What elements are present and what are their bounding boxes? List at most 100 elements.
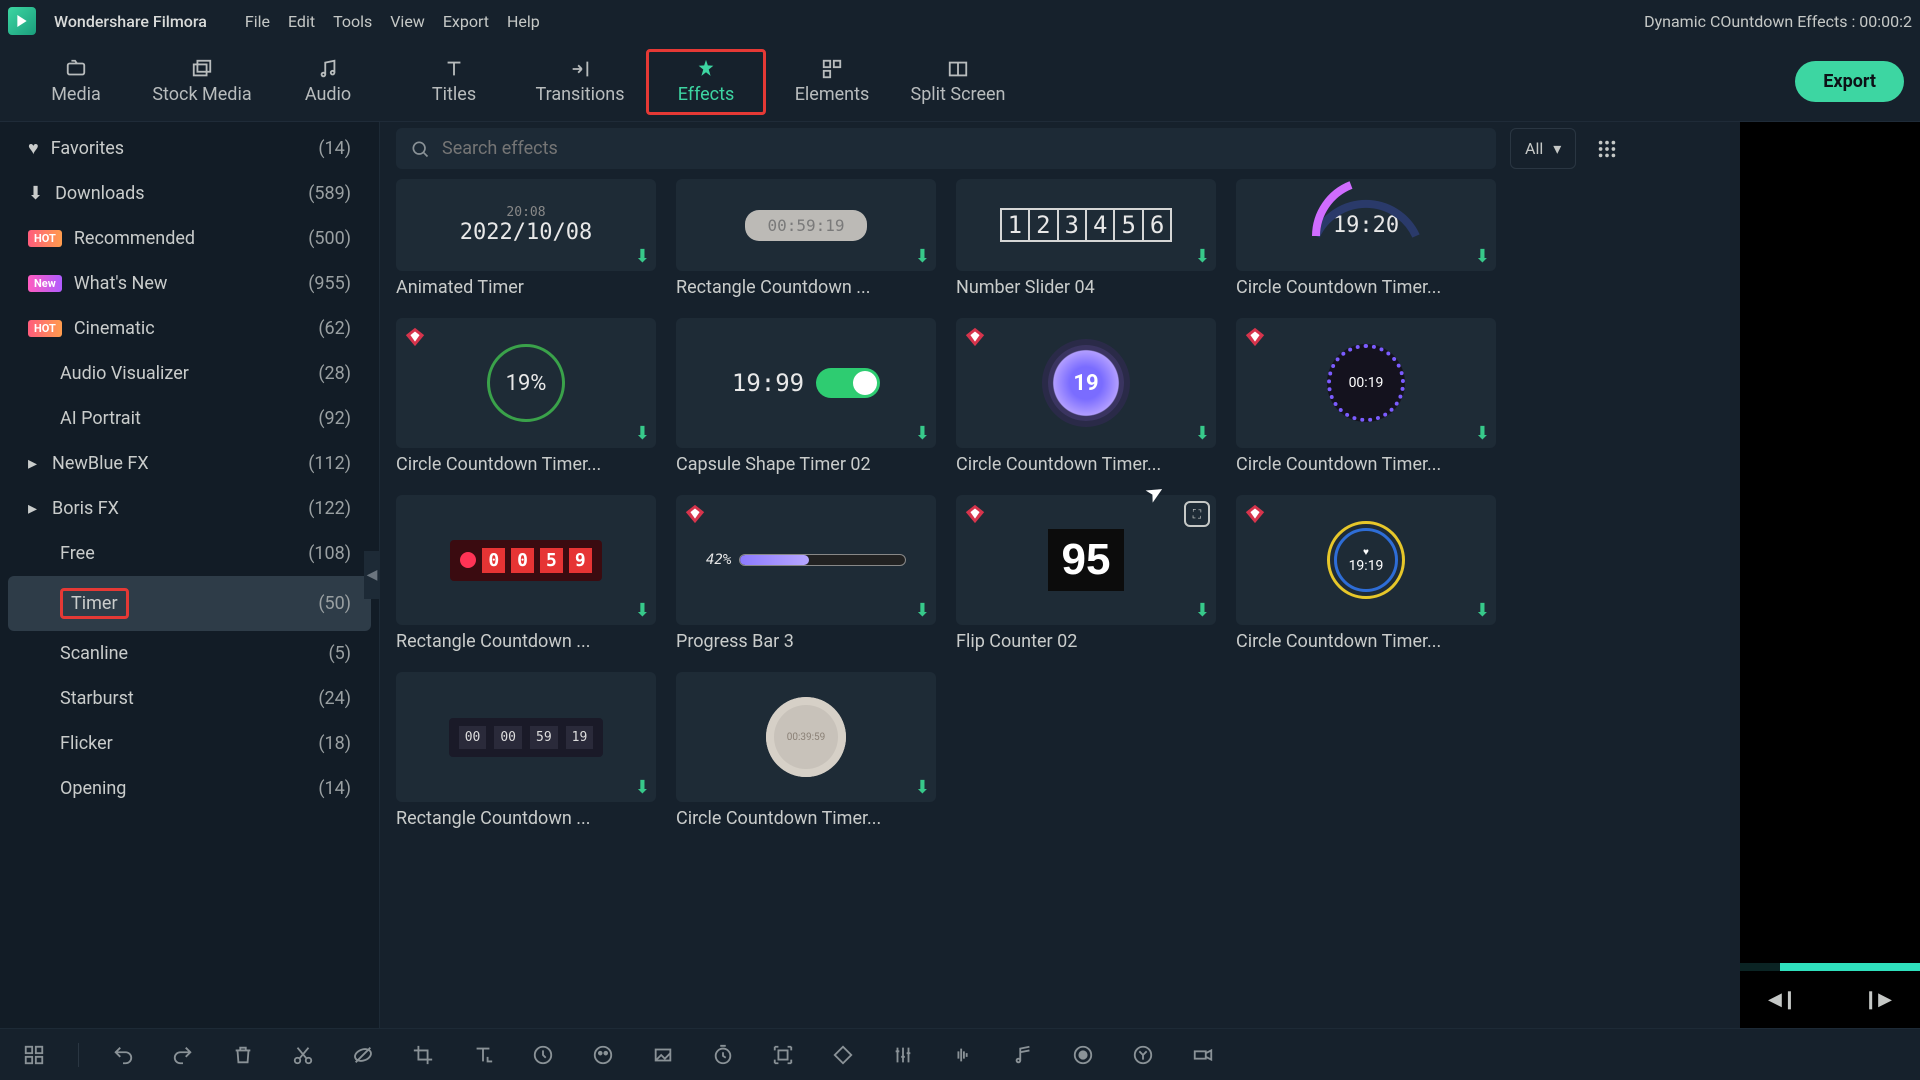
sidebar-item-audio-visualizer[interactable]: Audio Visualizer(28) (8, 351, 371, 396)
export-button[interactable]: Export (1795, 61, 1904, 102)
cut-icon[interactable] (287, 1039, 319, 1071)
crop-icon[interactable] (407, 1039, 439, 1071)
effect-card[interactable]: 95⛶➤⬇Flip Counter 02 (956, 495, 1216, 652)
sidebar-item-timer[interactable]: Timer(50) (8, 576, 371, 631)
effect-thumbnail[interactable]: 00005919⬇ (396, 672, 656, 802)
effect-card[interactable]: 42%⬇Progress Bar 3 (676, 495, 936, 652)
duration-icon[interactable] (707, 1039, 739, 1071)
tab-transitions[interactable]: Transitions (520, 49, 640, 115)
layout-icon[interactable] (18, 1039, 50, 1071)
download-icon[interactable]: ⬇ (915, 600, 930, 621)
search-input[interactable] (442, 138, 1482, 159)
download-icon[interactable]: ⬇ (1475, 600, 1490, 621)
sidebar-item-recommended[interactable]: HOTRecommended(500) (8, 216, 371, 261)
menu-file[interactable]: File (245, 12, 270, 31)
sidebar-item-newblue-fx[interactable]: ▸NewBlue FX(112) (8, 441, 371, 486)
sidebar-item-boris-fx[interactable]: ▸Boris FX(122) (8, 486, 371, 531)
download-icon[interactable]: ⬇ (915, 246, 930, 267)
sidebar-collapse-handle[interactable]: ◀ (364, 551, 380, 599)
grid-view-toggle[interactable] (1590, 132, 1624, 166)
marker-icon[interactable] (347, 1039, 379, 1071)
download-icon[interactable]: ⬇ (915, 423, 930, 444)
text-icon[interactable] (467, 1039, 499, 1071)
effect-thumbnail[interactable]: 19:20⬇ (1236, 179, 1496, 271)
adjust-icon[interactable] (887, 1039, 919, 1071)
download-icon[interactable]: ⬇ (635, 600, 650, 621)
menu-help[interactable]: Help (507, 12, 540, 31)
snap-icon[interactable] (1187, 1039, 1219, 1071)
next-frame-button[interactable]: ❙▶ (1863, 989, 1892, 1010)
download-icon[interactable]: ⬇ (635, 777, 650, 798)
tab-media[interactable]: Media (16, 49, 136, 115)
effect-thumbnail[interactable]: 19⬇ (956, 318, 1216, 448)
effect-card[interactable]: 123456⬇Number Slider 04 (956, 179, 1216, 298)
effect-card[interactable]: 00005919⬇Rectangle Countdown ... (396, 672, 656, 829)
menu-export[interactable]: Export (443, 12, 489, 31)
effect-card[interactable]: 19:99⬇Capsule Shape Timer 02 (676, 318, 936, 475)
render-icon[interactable] (1127, 1039, 1159, 1071)
effect-card[interactable]: 00:59:19⬇Rectangle Countdown ... (676, 179, 936, 298)
download-icon[interactable]: ⬇ (1195, 246, 1210, 267)
download-icon[interactable]: ⬇ (1195, 600, 1210, 621)
effect-thumbnail[interactable]: 19%⬇ (396, 318, 656, 448)
filter-dropdown[interactable]: All ▾ (1510, 128, 1576, 169)
sidebar-item-flicker[interactable]: Flicker(18) (8, 721, 371, 766)
tab-audio[interactable]: Audio (268, 49, 388, 115)
undo-icon[interactable] (107, 1039, 139, 1071)
prev-frame-button[interactable]: ◀❙ (1768, 989, 1797, 1010)
preview-progress[interactable] (1740, 963, 1920, 971)
redo-icon[interactable] (167, 1039, 199, 1071)
effect-thumbnail[interactable]: 0059⬇ (396, 495, 656, 625)
effect-card[interactable]: 19⬇Circle Countdown Timer... (956, 318, 1216, 475)
sidebar-item-free[interactable]: Free(108) (8, 531, 371, 576)
record-icon[interactable] (1067, 1039, 1099, 1071)
sidebar-item-favorites[interactable]: ♥Favorites(14) (8, 126, 371, 171)
effect-card[interactable]: 19:20⬇Circle Countdown Timer... (1236, 179, 1496, 298)
effect-card[interactable]: 00:19⬇Circle Countdown Timer... (1236, 318, 1496, 475)
effect-thumbnail[interactable]: 95⛶➤⬇ (956, 495, 1216, 625)
audio-detach-icon[interactable] (1007, 1039, 1039, 1071)
greenscreen-icon[interactable] (647, 1039, 679, 1071)
effect-thumbnail[interactable]: 42%⬇ (676, 495, 936, 625)
preview-icon[interactable]: ⛶ (1184, 501, 1210, 527)
sidebar-item-starburst[interactable]: Starburst(24) (8, 676, 371, 721)
effect-thumbnail[interactable]: 00:39:59⬇ (676, 672, 936, 802)
tab-stock-media[interactable]: Stock Media (142, 49, 262, 115)
download-icon[interactable]: ⬇ (635, 423, 650, 444)
download-icon[interactable]: ⬇ (1475, 423, 1490, 444)
menu-edit[interactable]: Edit (288, 12, 315, 31)
color-icon[interactable] (587, 1039, 619, 1071)
speed-icon[interactable] (527, 1039, 559, 1071)
effect-card[interactable]: 0059⬇Rectangle Countdown ... (396, 495, 656, 652)
delete-icon[interactable] (227, 1039, 259, 1071)
effect-card[interactable]: 19%⬇Circle Countdown Timer... (396, 318, 656, 475)
effect-thumbnail[interactable]: ♥19:19⬇ (1236, 495, 1496, 625)
download-icon[interactable]: ⬇ (635, 246, 650, 267)
effect-thumbnail[interactable]: 123456⬇ (956, 179, 1216, 271)
sidebar-item-cinematic[interactable]: HOTCinematic(62) (8, 306, 371, 351)
effect-thumbnail[interactable]: 00:59:19⬇ (676, 179, 936, 271)
audio-wave-icon[interactable] (947, 1039, 979, 1071)
keyframe-icon[interactable] (827, 1039, 859, 1071)
tab-split-screen[interactable]: Split Screen (898, 49, 1018, 115)
tab-effects[interactable]: Effects (646, 49, 766, 115)
menu-view[interactable]: View (390, 12, 425, 31)
sidebar-item-scanline[interactable]: Scanline(5) (8, 631, 371, 676)
sidebar-item-what-s-new[interactable]: NewWhat's New(955) (8, 261, 371, 306)
sidebar-item-ai-portrait[interactable]: AI Portrait(92) (8, 396, 371, 441)
effect-card[interactable]: 20:082022/10/08⬇Animated Timer (396, 179, 656, 298)
tracking-icon[interactable] (767, 1039, 799, 1071)
download-icon[interactable]: ⬇ (1475, 246, 1490, 267)
effect-thumbnail[interactable]: 20:082022/10/08⬇ (396, 179, 656, 271)
effect-thumbnail[interactable]: 19:99⬇ (676, 318, 936, 448)
effect-thumbnail[interactable]: 00:19⬇ (1236, 318, 1496, 448)
download-icon[interactable]: ⬇ (915, 777, 930, 798)
download-icon[interactable]: ⬇ (1195, 423, 1210, 444)
search-box[interactable] (396, 128, 1496, 169)
menu-tools[interactable]: Tools (333, 12, 372, 31)
effect-card[interactable]: ♥19:19⬇Circle Countdown Timer... (1236, 495, 1496, 652)
effect-card[interactable]: 00:39:59⬇Circle Countdown Timer... (676, 672, 936, 829)
tab-titles[interactable]: Titles (394, 49, 514, 115)
sidebar-item-downloads[interactable]: ⬇Downloads(589) (8, 171, 371, 216)
tab-elements[interactable]: Elements (772, 49, 892, 115)
